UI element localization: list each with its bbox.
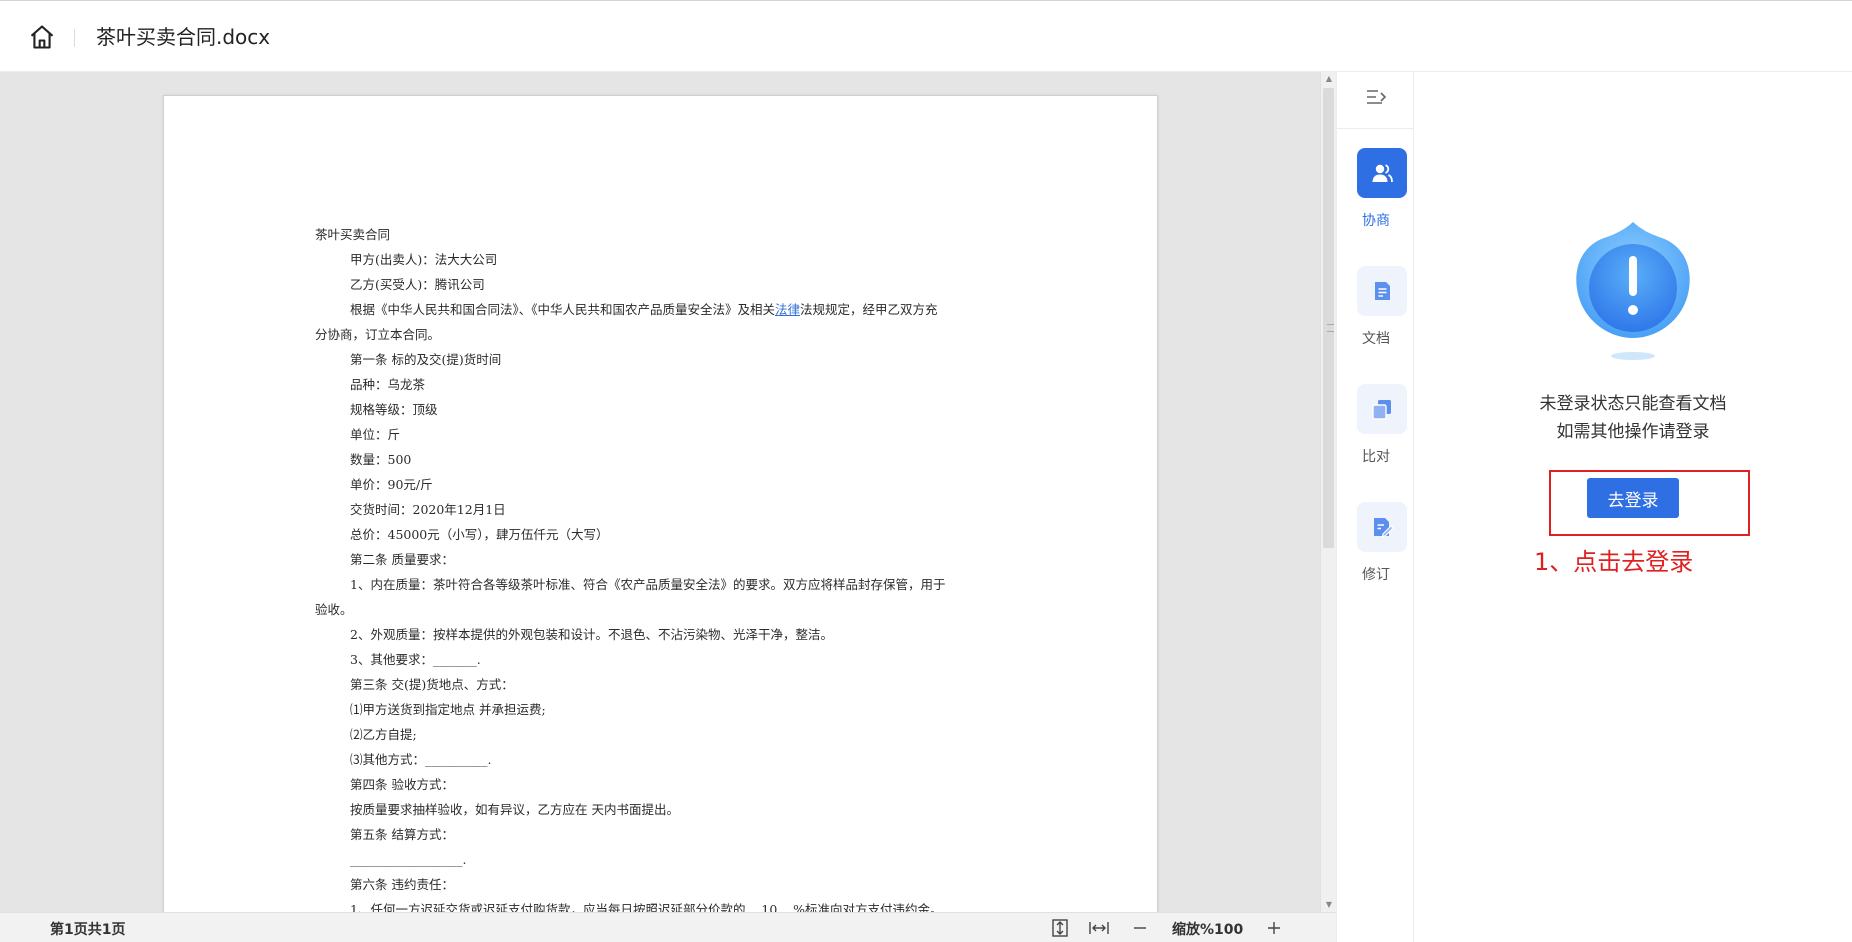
zoom-out-icon: [1134, 927, 1146, 929]
document-paragraph: 1、内在质量：茶叶符合各等级茶叶标准、符合《农产品质量安全法》的要求。双方应将样…: [350, 577, 946, 592]
document-paragraph: 1、任何一方迟延交货或迟延支付购货款，应当每日按照迟延部分价款的 10 %标准向…: [315, 897, 1015, 912]
document-paragraph: ⑵乙方自提;: [350, 727, 417, 742]
document-paragraph: 乙方(买受人)：腾讯公司: [350, 277, 485, 292]
viewer-scrollbar[interactable]: ▲ ▼: [1320, 72, 1336, 912]
revise-icon: [1374, 518, 1394, 538]
document-page: 茶叶买卖合同甲方(出卖人)：法大大公司 乙方(买受人)：腾讯公司根据《中华人民共和…: [163, 95, 1158, 912]
rail-tile: [1357, 266, 1407, 316]
login-message-line1: 未登录状态只能查看文档: [1539, 394, 1727, 414]
document-viewer[interactable]: 茶叶买卖合同甲方(出卖人)：法大大公司 乙方(买受人)：腾讯公司根据《中华人民共和…: [0, 72, 1320, 912]
fit-page-button[interactable]: [1050, 918, 1070, 938]
rail-divider: [1337, 128, 1415, 129]
document-paragraph: 第五条 结算方式：: [350, 827, 454, 842]
document-paragraph: 按质量要求抽样验收，如有异议，乙方应在 天内书面提出。: [350, 802, 679, 817]
home-icon: [30, 25, 54, 49]
fit-width-icon: [1089, 922, 1109, 934]
rail-item-revise[interactable]: 修订: [1337, 502, 1415, 586]
login-message-line2: 如需其他操作请登录: [1556, 422, 1710, 442]
document-paragraph: 2、外观质量：按样本提供的外观包装和设计。不退色、不沾污染物、光泽干净，整洁。: [350, 627, 833, 642]
document-paragraph: 甲方(出卖人)：法大大公司: [350, 252, 498, 267]
zoom-in-icon: [1268, 922, 1280, 934]
document-paragraph: 总价：45000元（小写），肆万伍仟元（大写）: [350, 527, 609, 542]
rail-item-label: 协商: [1362, 213, 1390, 229]
rail-item-collaborate[interactable]: 协商: [1337, 148, 1415, 232]
scrollbar-thumb[interactable]: [1323, 88, 1334, 548]
document-paragraph: 单价：90元/斤: [350, 477, 433, 492]
document-paragraph: 第三条 交(提)货地点、方式：: [350, 677, 514, 692]
document-title: 茶叶买卖合同.docx: [96, 25, 271, 49]
paragraph-text: 1、任何一方迟延交货或迟延支付购货款，应当每日按照迟延部分价款的: [350, 902, 746, 912]
document-paragraph: 第二条 质量要求：: [350, 552, 454, 567]
rail-item-label: 修订: [1362, 567, 1390, 583]
fit-page-icon: [1052, 919, 1068, 937]
collaborate-icon: [1372, 164, 1393, 183]
penalty-rate-value: 10: [745, 902, 794, 912]
document-paragraph: 数量：500: [350, 452, 412, 467]
zoom-in-button[interactable]: [1264, 918, 1284, 938]
tool-rail: 协商 文档 比对 修订: [1336, 72, 1415, 942]
document-paragraph: 第一条 标的及交(提)货时间: [350, 352, 502, 367]
zoom-out-button[interactable]: [1130, 918, 1150, 938]
document-paragraph: 第四条 验收方式：: [350, 777, 454, 792]
document-icon: [1375, 282, 1390, 300]
rail-item-label: 文档: [1362, 331, 1390, 347]
paragraph-text: 根据《中华人民共和国合同法》、《中华人民共和国农产品质量安全法》及相关: [350, 302, 776, 317]
collapse-panel-button[interactable]: [1364, 86, 1388, 108]
rail-tile: [1357, 502, 1407, 552]
header-divider: [74, 29, 75, 47]
rail-item-compare[interactable]: 比对: [1337, 384, 1415, 468]
document-paragraph: __________________.: [350, 852, 467, 867]
rail-tile: [1357, 384, 1407, 434]
paragraph-text: 法规规定，经甲乙双方充: [800, 302, 938, 317]
page-indicator: 第1页共1页: [50, 922, 126, 938]
scrollbar-grip-icon: [1327, 324, 1334, 332]
document-paragraph: 茶叶买卖合同: [315, 227, 391, 242]
law-link[interactable]: 法律: [775, 302, 800, 317]
document-paragraph: 单位：斤: [350, 427, 401, 442]
login-prompt-panel: 未登录状态只能查看文档 如需其他操作请登录 去登录 1、点击去登录: [1414, 72, 1852, 942]
document-paragraph: 第六条 违约责任：: [350, 877, 454, 892]
document-body: 茶叶买卖合同甲方(出卖人)：法大大公司 乙方(买受人)：腾讯公司根据《中华人民共和…: [315, 222, 1015, 912]
scroll-down-arrow-icon[interactable]: ▼: [1321, 898, 1337, 912]
rail-item-label: 比对: [1362, 449, 1390, 465]
document-paragraph: 3、其他要求：_______.: [350, 652, 481, 667]
document-paragraph: 分协商，订立本合同。: [315, 327, 441, 342]
rail-tile: [1357, 148, 1407, 198]
login-button[interactable]: 去登录: [1587, 478, 1679, 518]
alert-illustration-icon: [1576, 222, 1690, 360]
document-paragraph: 验收。: [315, 602, 353, 617]
status-bar: 第1页共1页 缩放%100: [0, 912, 1336, 942]
step-annotation: 1、点击去登录: [1534, 548, 1694, 576]
document-paragraph: ⑶其他方式：__________.: [350, 752, 492, 767]
top-bar: 茶叶买卖合同.docx: [0, 0, 1852, 72]
scroll-up-arrow-icon[interactable]: ▲: [1321, 72, 1337, 86]
fit-width-button[interactable]: [1088, 918, 1109, 938]
document-paragraph: 规格等级：顶级: [350, 402, 438, 417]
document-paragraph: 交货时间：2020年12月1日: [350, 502, 506, 517]
document-paragraph: 根据《中华人民共和国合同法》、《中华人民共和国农产品质量安全法》及相关法律法规规…: [315, 297, 1015, 322]
home-button[interactable]: [28, 23, 56, 51]
paragraph-text: %标准向对方支付违约金。: [793, 902, 943, 912]
document-paragraph: ⑴甲方送货到指定地点 并承担运费;: [350, 702, 546, 717]
zoom-level: 缩放%100: [1172, 922, 1244, 938]
rail-item-document[interactable]: 文档: [1337, 266, 1415, 350]
compare-icon: [1372, 400, 1391, 420]
document-paragraph: 品种：乌龙茶: [350, 377, 426, 392]
collapse-panel-icon: [1367, 90, 1387, 104]
